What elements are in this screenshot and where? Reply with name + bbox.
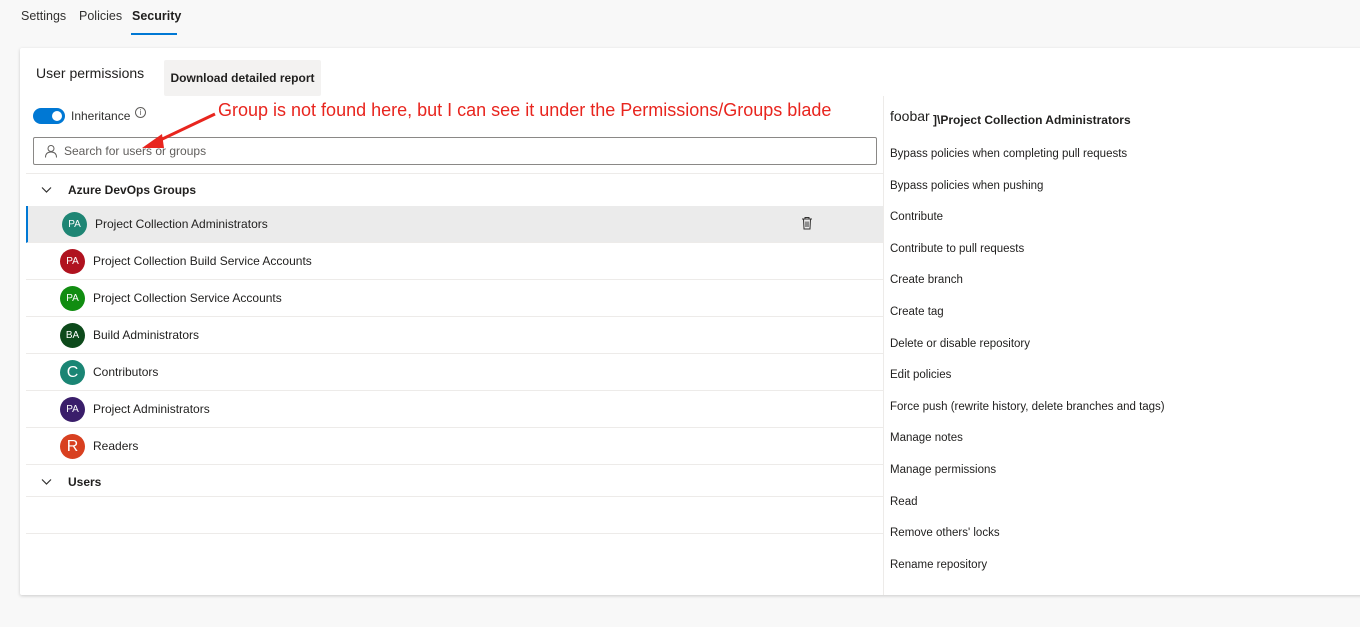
- list-item-label: Project Collection Administrators: [95, 217, 268, 231]
- active-tab-indicator: [131, 33, 177, 35]
- list-item: [26, 496, 883, 533]
- avatar: PA: [60, 397, 85, 422]
- permission-item[interactable]: Manage permissions: [890, 462, 1165, 494]
- tab-security[interactable]: Security: [132, 9, 181, 23]
- tab-settings[interactable]: Settings: [21, 9, 66, 23]
- permissions-subject: ]\Project Collection Administrators: [933, 113, 1131, 127]
- permission-item[interactable]: Force push (rewrite history, delete bran…: [890, 399, 1165, 431]
- download-report-button[interactable]: Download detailed report: [164, 60, 321, 96]
- list-item[interactable]: R Readers: [26, 428, 883, 465]
- list-item[interactable]: PA Project Administrators: [26, 391, 883, 428]
- permission-item[interactable]: Read: [890, 494, 1165, 526]
- top-tab-bar: Settings Policies Security: [0, 0, 1360, 40]
- users-list: [26, 496, 883, 570]
- avatar: PA: [62, 212, 87, 237]
- trash-icon[interactable]: [801, 216, 813, 230]
- list-item-label: Project Collection Service Accounts: [93, 291, 282, 305]
- permission-item[interactable]: Rename repository: [890, 557, 1165, 589]
- avatar: BA: [60, 323, 85, 348]
- avatar: PA: [60, 286, 85, 311]
- group-header-label: Users: [68, 475, 102, 489]
- pane-divider: [883, 96, 884, 595]
- list-item-label: Readers: [93, 439, 139, 453]
- list-item[interactable]: PA Project Collection Administrators: [26, 206, 883, 243]
- permission-item[interactable]: Bypass policies when completing pull req…: [890, 146, 1165, 178]
- permission-item[interactable]: Remove others' locks: [890, 525, 1165, 557]
- permission-item[interactable]: Manage notes: [890, 430, 1165, 462]
- permission-item[interactable]: Bypass policies when pushing: [890, 178, 1165, 210]
- list-item[interactable]: C Contributors: [26, 354, 883, 391]
- permissions-org: foobar: [890, 108, 930, 124]
- inheritance-toggle[interactable]: [33, 108, 65, 124]
- divider: [26, 173, 883, 174]
- permissions-title: foobar ]\Project Collection Administrato…: [890, 108, 1131, 127]
- permission-item[interactable]: Contribute: [890, 209, 1165, 241]
- group-header-label: Azure DevOps Groups: [68, 183, 197, 197]
- avatar: PA: [60, 249, 85, 274]
- list-item-label: Contributors: [93, 365, 159, 379]
- list-item[interactable]: BA Build Administrators: [26, 317, 883, 354]
- toggle-knob: [52, 111, 62, 121]
- permissions-list: Bypass policies when completing pull req…: [890, 146, 1165, 588]
- permission-item[interactable]: Create tag: [890, 304, 1165, 336]
- annotation-text: Group is not found here, but I can see i…: [218, 100, 832, 120]
- permission-item[interactable]: Delete or disable repository: [890, 336, 1165, 368]
- permission-item[interactable]: Contribute to pull requests: [890, 241, 1165, 273]
- chevron-down-icon: [41, 187, 52, 193]
- list-item-label: Build Administrators: [93, 328, 200, 342]
- avatar: R: [60, 434, 85, 459]
- group-header-azure-devops[interactable]: Azure DevOps Groups: [26, 176, 876, 204]
- page-title: User permissions: [36, 65, 145, 81]
- person-search-icon: [45, 145, 57, 158]
- list-item-label: Project Collection Build Service Account…: [93, 254, 312, 268]
- permissions-card: User permissions Download detailed repor…: [20, 48, 1360, 595]
- list-item: [26, 533, 883, 570]
- group-header-users[interactable]: Users: [26, 468, 876, 496]
- permission-item[interactable]: Create branch: [890, 272, 1165, 304]
- chevron-down-icon: [41, 479, 52, 485]
- permission-item[interactable]: Edit policies: [890, 367, 1165, 399]
- group-list: PA Project Collection Administrators PA …: [26, 206, 883, 465]
- list-item-label: Project Administrators: [93, 402, 210, 416]
- avatar: C: [60, 360, 85, 385]
- tab-policies[interactable]: Policies: [79, 9, 122, 23]
- list-item[interactable]: PA Project Collection Build Service Acco…: [26, 243, 883, 280]
- list-item[interactable]: PA Project Collection Service Accounts: [26, 280, 883, 317]
